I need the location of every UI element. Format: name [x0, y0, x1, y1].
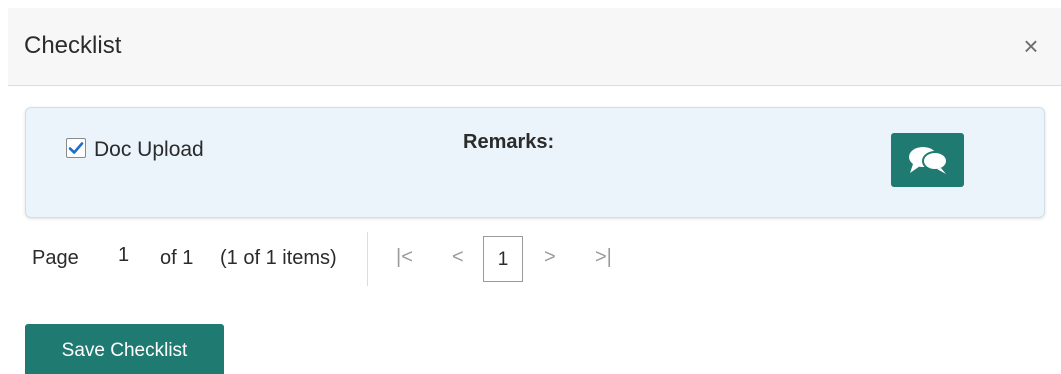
current-page-input[interactable]: 1: [118, 244, 129, 267]
doc-upload-checkbox[interactable]: [66, 138, 86, 158]
pagination-bar: Page 1 of 1 (1 of 1 items) |< < 1 > >|: [32, 232, 652, 286]
checkmark-icon: [68, 142, 84, 154]
comments-icon: [909, 147, 948, 174]
page-label: Page: [32, 247, 79, 269]
last-page-icon[interactable]: >|: [595, 246, 612, 269]
first-page-icon[interactable]: |<: [396, 246, 413, 269]
dialog-title: Checklist: [24, 32, 122, 59]
next-page-icon[interactable]: >: [544, 246, 556, 269]
remarks-label: Remarks:: [463, 131, 555, 153]
save-checklist-button[interactable]: Save Checklist: [25, 324, 224, 374]
prev-page-icon[interactable]: <: [452, 246, 464, 269]
pager-divider: [367, 232, 368, 286]
remarks-comment-button[interactable]: [891, 133, 964, 187]
checklist-item-label: Doc Upload: [94, 138, 204, 161]
close-icon[interactable]: ×: [1019, 33, 1043, 59]
dialog-header: Checklist ×: [8, 8, 1061, 86]
page-count-label: of 1: [160, 247, 194, 269]
checklist-item-card: Doc Upload Remarks:: [25, 107, 1045, 218]
page-number-button[interactable]: 1: [483, 236, 523, 282]
items-summary: (1 of 1 items): [220, 247, 337, 269]
